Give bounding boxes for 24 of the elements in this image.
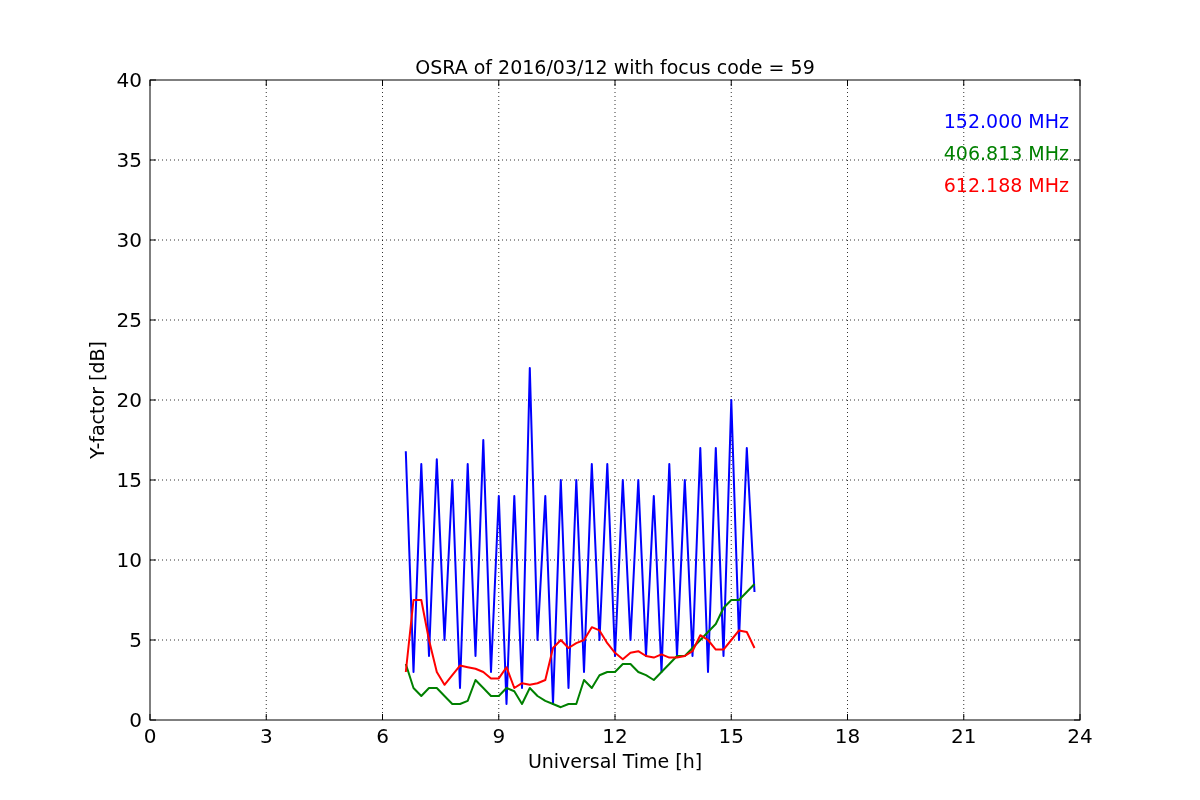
tick-label: 10: [116, 548, 142, 572]
tick-label: 6: [376, 724, 389, 748]
axis-label: Y-factor [dB]: [86, 341, 108, 459]
tick-label: 25: [116, 308, 142, 332]
tick-label: 9: [492, 724, 506, 748]
legend-entry: 612.188 MHz: [943, 174, 1069, 196]
tick-label: 21: [951, 724, 977, 748]
tick-label: 15: [116, 468, 142, 492]
tick-label: 3: [259, 724, 273, 748]
tick-label: 18: [834, 724, 861, 748]
tick-label: 12: [602, 724, 628, 748]
legend-entry: 152.000 MHz: [943, 110, 1069, 132]
tick-label: 0: [143, 724, 157, 748]
tick-label: 30: [116, 228, 142, 252]
tick-label: 20: [116, 388, 142, 412]
axis-label: Universal Time [h]: [527, 750, 703, 772]
tick-label: 15: [718, 724, 744, 748]
chart-title: OSRA of 2016/03/12 with focus code = 59: [415, 56, 815, 78]
tick-label: 24: [1067, 724, 1093, 748]
tick-label: 5: [129, 628, 142, 652]
tick-label: 0: [129, 708, 142, 732]
tick-label: 35: [116, 148, 142, 172]
tick-label: 40: [116, 68, 142, 92]
legend-entry: 406.813 MHz: [943, 142, 1069, 164]
